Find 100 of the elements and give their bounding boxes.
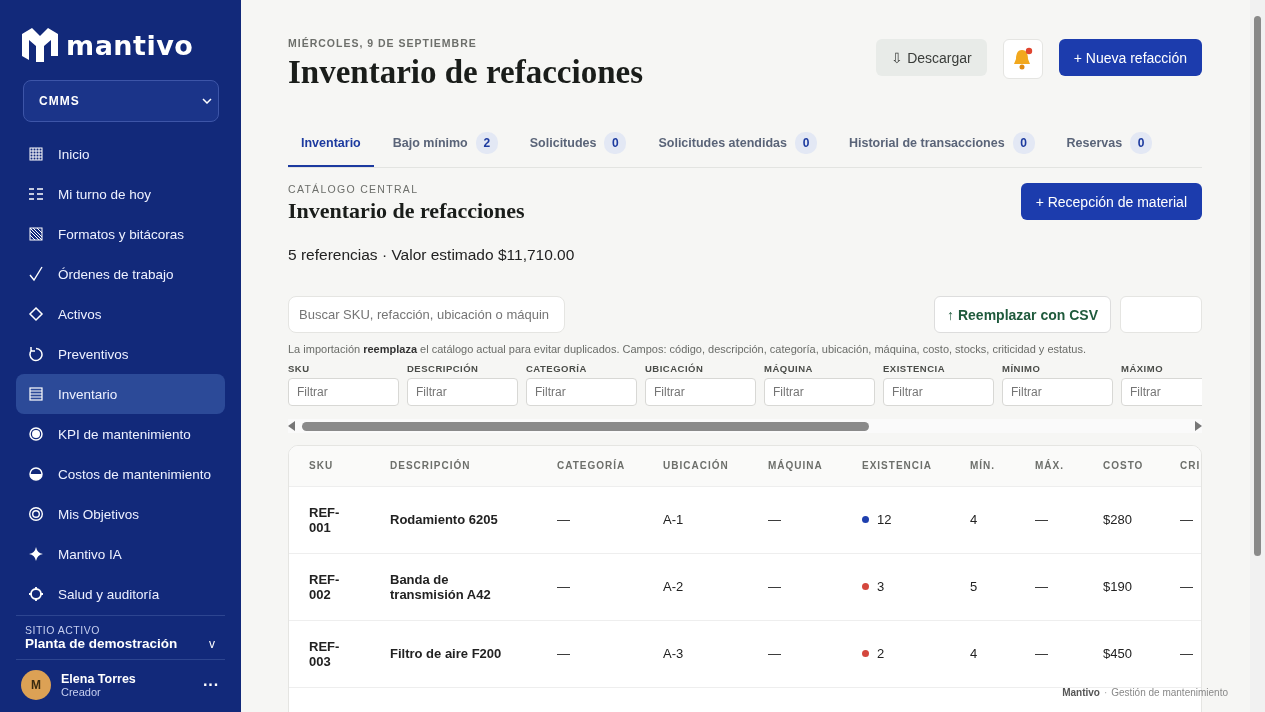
count-badge: 0 <box>1012 132 1035 154</box>
filter-field[interactable]: Filtrar <box>1121 378 1202 406</box>
site-label: SITIO ACTIVO <box>25 624 101 636</box>
table-cell: 5 <box>950 553 1015 620</box>
table-cell: REF-001 <box>289 486 370 553</box>
nav-item[interactable]: Formatos y bitácoras <box>16 214 225 254</box>
filter-label: MÍNIMO <box>1002 363 1042 374</box>
table-cell: — <box>748 620 842 687</box>
column-header: MÁX. <box>1015 446 1083 486</box>
table-cell: — <box>1015 486 1083 553</box>
filter-field[interactable]: Filtrar <box>645 378 756 406</box>
table-cell: $280 <box>1083 486 1162 553</box>
column-header: COSTO <box>1083 446 1162 486</box>
nav-item[interactable]: Mi turno de hoy <box>16 174 225 214</box>
logo-icon <box>20 26 60 64</box>
tab[interactable]: Bajo mínimo 2 <box>379 121 511 167</box>
site-select[interactable]: Planta de demostración <box>25 636 178 651</box>
table-cell: 4 <box>950 620 1015 687</box>
count-badge: 0 <box>1130 132 1153 154</box>
grid-icon <box>28 146 44 162</box>
tab[interactable]: Historial de transacciones 0 <box>835 121 1048 167</box>
horizontal-scrollbar[interactable] <box>288 419 1202 433</box>
more-button[interactable]: ··· <box>203 676 219 694</box>
count-badge: 2 <box>475 132 498 154</box>
user-name: Elena Torres <box>61 672 137 686</box>
user-role: Creador <box>61 686 102 698</box>
column-header: UBICACIÓN <box>643 446 748 486</box>
column-header: SKU <box>289 446 370 486</box>
table-cell: — <box>748 486 842 553</box>
table-cell: 2 <box>877 646 885 661</box>
nav-item[interactable]: Inicio <box>16 134 225 174</box>
scroll-right-icon[interactable] <box>1194 421 1202 431</box>
filter-field[interactable]: Filtrar <box>288 378 399 406</box>
scroll-left-icon[interactable] <box>288 421 296 431</box>
table-cell: — <box>537 486 643 553</box>
module-select[interactable]: CMMS <box>23 80 219 122</box>
table-cell: — <box>1162 486 1201 553</box>
nav-item[interactable]: Activos <box>16 294 225 334</box>
table-cell: A-1 <box>643 486 748 553</box>
table-cell: 12 <box>877 512 892 527</box>
nav-item[interactable]: KPI de mantenimiento <box>16 414 225 454</box>
vertical-scrollbar[interactable] <box>1250 0 1265 712</box>
count-badge: 0 <box>604 132 627 154</box>
search-field[interactable]: Buscar SKU, refacción, ubicación o máquin <box>288 296 565 333</box>
section-eyebrow: CATÁLOGO CENTRAL <box>288 183 420 195</box>
sparkle-icon <box>28 546 44 562</box>
download-button[interactable]: ⇩ Descargar <box>876 39 987 76</box>
reception-button[interactable]: + Recepción de material <box>1020 183 1202 220</box>
table-cell: $450 <box>1083 620 1162 687</box>
tab[interactable]: Solicitudes 0 <box>516 121 640 167</box>
nav-item[interactable]: Costos de mantenimiento <box>16 454 225 494</box>
filter-field[interactable]: Filtrar <box>1002 378 1113 406</box>
table-cell: 4 <box>950 486 1015 553</box>
nav-item[interactable]: Órdenes de trabajo <box>16 254 225 294</box>
footer-separator: · <box>1103 687 1108 698</box>
logo-text: mantivo <box>66 29 194 61</box>
count-badge: 0 <box>794 132 817 154</box>
date-label: MIÉRCOLES, 9 DE SEPTIEMBRE <box>288 37 478 49</box>
filter-label: UBICACIÓN <box>645 363 705 374</box>
table-cell: 3 <box>877 579 885 594</box>
filter-field[interactable]: Filtrar <box>526 378 637 406</box>
table-cell: Filtro de aire F200 <box>370 620 537 687</box>
notifications-button[interactable] <box>1002 39 1043 79</box>
import-note: La importación reemplaza el catálogo actual para evitar duplicados. Campos: código, descripción, categoría, ubicación, máquina, costo, stocks, criticidad y estatus. <box>288 343 1087 355</box>
filter-label: SKU <box>288 363 311 374</box>
refresh-icon <box>28 346 44 362</box>
nav-item[interactable]: Mantivo IA <box>16 534 225 574</box>
nav-item[interactable]: Preventivos <box>16 334 225 374</box>
column-header: CATEGORÍA <box>537 446 643 486</box>
table-cell: $190 <box>1083 553 1162 620</box>
half-circle-icon <box>28 466 44 482</box>
table-cell: A-2 <box>643 553 748 620</box>
hatched-square-icon <box>28 226 44 242</box>
nav-item[interactable]: Mis Objetivos <box>16 494 225 534</box>
tab[interactable]: Reservas 0 <box>1053 121 1166 167</box>
diamond-icon <box>28 306 44 322</box>
table-cell: REF-003 <box>289 620 370 687</box>
replace-csv-button[interactable]: ↑ Reemplazar con CSV <box>934 296 1111 333</box>
filter-field[interactable]: Filtrar <box>407 378 518 406</box>
table-cell: — <box>748 553 842 620</box>
tab[interactable]: Inventario <box>288 121 374 167</box>
table-cell: — <box>1015 620 1083 687</box>
column-header: DESCRIPCIÓN <box>370 446 537 486</box>
new-part-button[interactable]: + Nueva refacción <box>1058 39 1202 76</box>
column-header: MÍN. <box>950 446 1015 486</box>
table-cell: — <box>537 620 643 687</box>
nav-item[interactable]: Salud y auditoría <box>16 574 225 614</box>
user-avatar: M <box>21 670 51 700</box>
table-cell: REF-002 <box>289 553 370 620</box>
section-title: Inventario de refacciones <box>288 198 526 224</box>
filter-field[interactable]: Filtrar <box>764 378 875 406</box>
table-cell: — <box>1162 620 1201 687</box>
table-cell: — <box>1162 553 1201 620</box>
nav-item[interactable]: Inventario <box>16 374 225 414</box>
list-icon <box>28 186 44 202</box>
tab[interactable]: Solicitudes atendidas 0 <box>645 121 830 167</box>
lines-icon <box>28 386 44 402</box>
filter-field[interactable]: Filtrar <box>883 378 994 406</box>
site-toggle[interactable]: v <box>209 637 215 651</box>
filter-label: CATEGORÍA <box>526 363 588 374</box>
